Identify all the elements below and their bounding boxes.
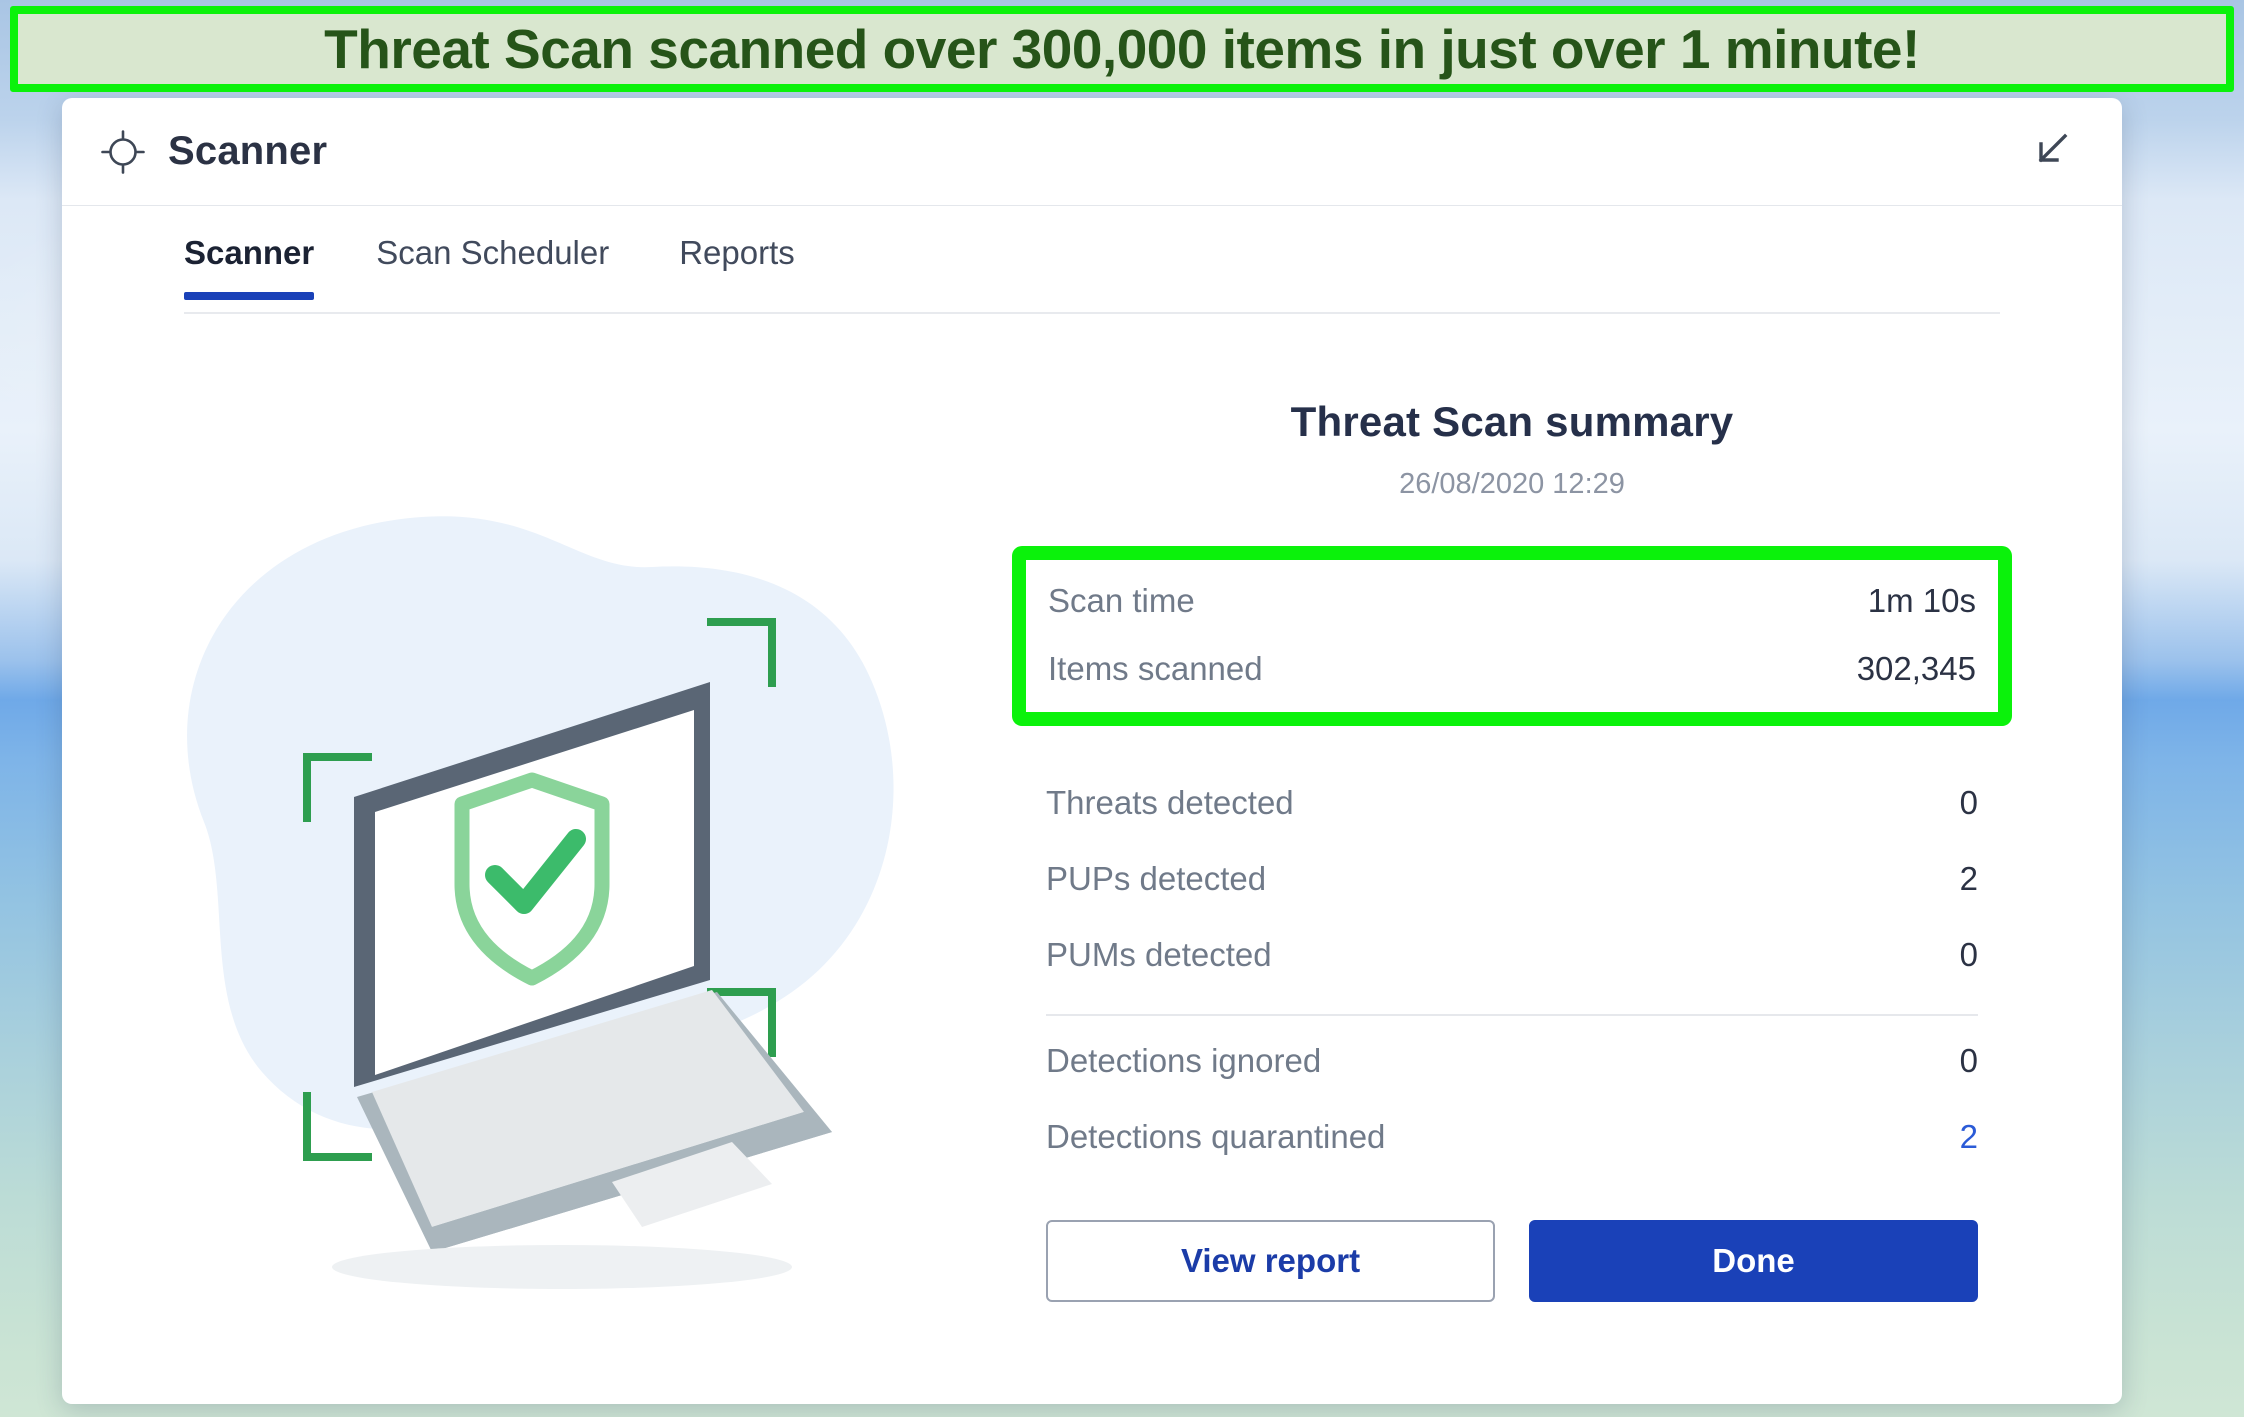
detections-quarantined-value[interactable]: 2: [1960, 1118, 1978, 1156]
detection-row-pums: PUMs detected 0: [1046, 916, 1978, 992]
detection-row-pups: PUPs detected 2: [1046, 840, 1978, 916]
tab-reports[interactable]: Reports: [679, 206, 795, 300]
view-report-label: View report: [1180, 1242, 1361, 1279]
pums-detected-value: 0: [1959, 936, 1978, 973]
threats-detected-value: 0: [1959, 784, 1978, 821]
detection-row-ignored: Detections ignored 0: [1046, 1022, 1978, 1098]
illustration-pane: [62, 314, 1012, 1404]
scan-time-value: 1m 10s: [1867, 582, 1976, 619]
detections-ignored-label: Detections ignored: [1046, 1042, 1322, 1079]
pums-detected-label: PUMs detected: [1046, 936, 1272, 973]
tab-scan-scheduler-label: Scan Scheduler: [376, 234, 610, 271]
tab-scanner-label: Scanner: [184, 234, 315, 271]
done-label: Done: [1712, 1242, 1795, 1279]
window-titlebar: Scanner: [62, 98, 2122, 206]
detections-quarantined-label: Detections quarantined: [1046, 1118, 1386, 1155]
summary-title: Threat Scan summary: [1290, 398, 1734, 445]
pups-detected-value: 2: [1959, 860, 1978, 897]
detections-divider: [1046, 1014, 1978, 1016]
summary-pane: Threat Scan summary 26/08/2020 12:29 Sca…: [1012, 314, 2122, 1404]
scan-time-label: Scan time: [1048, 582, 1195, 619]
window-title: Scanner: [168, 129, 328, 173]
crosshair-icon: [100, 129, 146, 175]
stat-row-scan-time: Scan time 1m 10s: [1048, 566, 1976, 634]
pups-detected-label: PUPs detected: [1046, 860, 1267, 897]
items-scanned-label: Items scanned: [1048, 650, 1263, 687]
stat-row-items-scanned: Items scanned 302,345: [1048, 634, 1976, 702]
desktop-background: Threat Scan scanned over 300,000 items i…: [0, 0, 2244, 1417]
summary-timestamp: 26/08/2020 12:29: [1399, 468, 1625, 500]
tab-scanner[interactable]: Scanner: [184, 206, 315, 300]
tab-strip: Scanner Scan Scheduler Reports: [62, 206, 2122, 314]
annotation-banner: Threat Scan scanned over 300,000 items i…: [10, 6, 2234, 92]
threats-detected-label: Threats detected: [1046, 784, 1294, 821]
scanner-content: Threat Scan summary 26/08/2020 12:29 Sca…: [62, 314, 2122, 1404]
tab-scan-scheduler[interactable]: Scan Scheduler: [376, 206, 609, 300]
done-button[interactable]: Done: [1529, 1220, 1978, 1302]
action-buttons: View report Done: [1046, 1220, 1978, 1302]
items-scanned-value: 302,345: [1856, 650, 1976, 687]
laptop-shield-scan-illustration: [187, 516, 894, 1289]
detections-list: Threats detected 0 PUPs detected 2 PUMs …: [1012, 764, 2012, 1174]
tab-reports-label: Reports: [679, 234, 795, 271]
detection-row-threats: Threats detected 0: [1046, 764, 1978, 840]
detection-row-quarantined: Detections quarantined 2: [1046, 1098, 1978, 1174]
detections-ignored-value: 0: [1959, 1042, 1978, 1079]
minimize-window-button[interactable]: [2024, 125, 2078, 179]
annotation-banner-text: Threat Scan scanned over 300,000 items i…: [324, 17, 1920, 80]
arrow-down-left-icon: [2031, 130, 2071, 173]
highlighted-stats-box: Scan time 1m 10s Items scanned 302,345: [1012, 546, 2012, 726]
view-report-button[interactable]: View report: [1046, 1220, 1495, 1302]
scanner-window: Scanner Scanner Scan Scheduler Reports T…: [62, 98, 2122, 1404]
